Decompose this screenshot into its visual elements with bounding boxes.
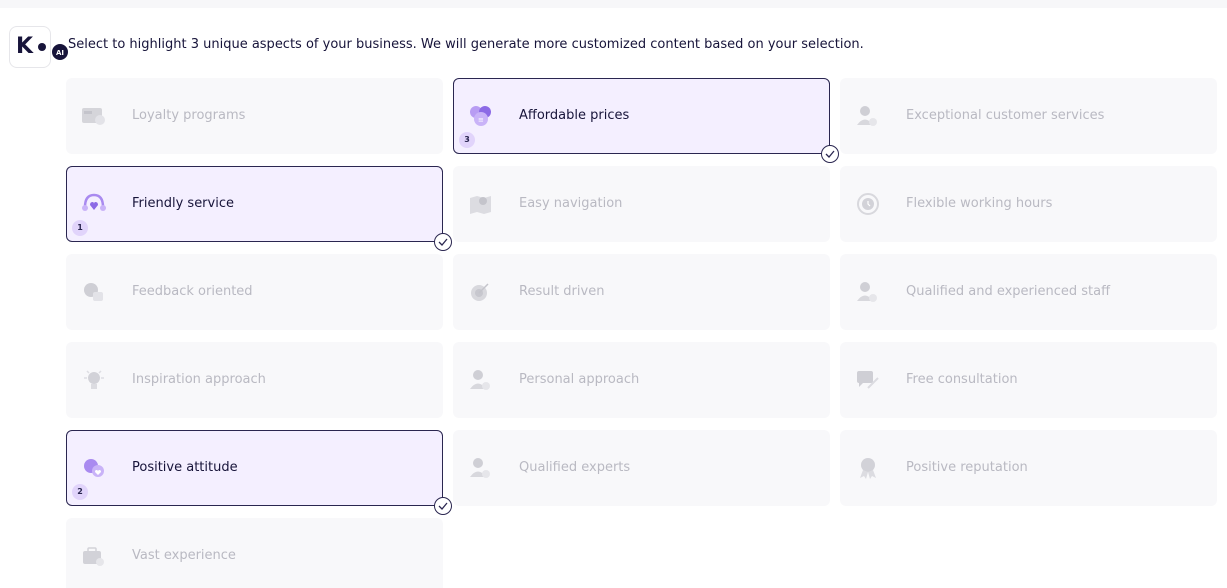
aspect-card-vast-experience[interactable]: Vast experience xyxy=(66,518,443,588)
coins-icon: ≡ xyxy=(467,104,495,128)
gift-card-icon xyxy=(80,104,108,128)
feedback-icon xyxy=(80,280,108,304)
aspect-label: Free consultation xyxy=(906,372,1018,387)
aspect-card-result-driven[interactable]: Result driven xyxy=(453,254,830,330)
aspect-label: Affordable prices xyxy=(519,108,630,123)
aspect-card-free-consultation[interactable]: Free consultation xyxy=(840,342,1217,418)
aspect-card-qualified-experts[interactable]: Qualified experts xyxy=(453,430,830,506)
aspect-card-easy-navigation[interactable]: Easy navigation xyxy=(453,166,830,242)
aspect-card-inspiration-approach[interactable]: Inspiration approach xyxy=(66,342,443,418)
person-badge-icon xyxy=(854,280,882,304)
lightbulb-icon xyxy=(80,368,108,392)
person-badge-icon xyxy=(854,104,882,128)
target-icon xyxy=(467,280,495,304)
aspect-label: Loyalty programs xyxy=(132,108,246,123)
heart-chat-icon xyxy=(80,456,108,480)
person-badge-icon xyxy=(467,456,495,480)
aspect-card-personal-approach[interactable]: Personal approach xyxy=(453,342,830,418)
instruction-text: Select to highlight 3 unique aspects of … xyxy=(68,37,864,52)
ai-badge: AI xyxy=(51,43,69,61)
aspect-card-positive-attitude[interactable]: Positive attitude 2 xyxy=(66,430,452,515)
check-circle-icon xyxy=(821,145,839,163)
aspect-label: Qualified and experienced staff xyxy=(906,284,1111,299)
aspect-selection-page: K AI Select to highlight 3 unique aspect… xyxy=(0,0,1227,588)
headset-heart-icon xyxy=(80,192,108,216)
aspect-card-affordable-prices[interactable]: ≡ Affordable prices 3 xyxy=(453,78,839,163)
map-pin-icon xyxy=(467,192,495,216)
aspect-card-feedback-oriented[interactable]: Feedback oriented xyxy=(66,254,443,330)
aspect-label: Easy navigation xyxy=(519,196,623,211)
aspect-card-exceptional-customer-services[interactable]: Exceptional customer services xyxy=(840,78,1217,154)
check-circle-icon xyxy=(434,497,452,515)
person-check-icon xyxy=(467,368,495,392)
aspect-card-qualified-and-experienced-staff[interactable]: Qualified and experienced staff xyxy=(840,254,1217,330)
clock-icon xyxy=(854,192,882,216)
selection-order-badge: 3 xyxy=(459,132,475,148)
aspect-card-friendly-service[interactable]: Friendly service 1 xyxy=(66,166,452,251)
logo-letter: K xyxy=(16,34,33,59)
aspect-label: Flexible working hours xyxy=(906,196,1053,211)
top-strip xyxy=(0,0,1227,8)
svg-text:≡: ≡ xyxy=(478,116,484,124)
aspect-label: Feedback oriented xyxy=(132,284,253,299)
chat-icon xyxy=(854,368,882,392)
aspect-label: Personal approach xyxy=(519,372,640,387)
aspect-label: Vast experience xyxy=(132,548,236,563)
aspect-label: Positive attitude xyxy=(132,460,238,475)
aspect-label: Friendly service xyxy=(132,196,234,211)
aspect-label: Qualified experts xyxy=(519,460,631,475)
aspect-card-positive-reputation[interactable]: Positive reputation xyxy=(840,430,1217,506)
selection-order-badge: 2 xyxy=(72,484,88,500)
check-circle-icon xyxy=(434,233,452,251)
aspect-label: Exceptional customer services xyxy=(906,108,1105,123)
app-logo: K AI xyxy=(9,26,69,68)
selection-order-badge: 1 xyxy=(72,220,88,236)
aspect-card-flexible-working-hours[interactable]: Flexible working hours xyxy=(840,166,1217,242)
aspect-label: Positive reputation xyxy=(906,460,1028,475)
aspect-label: Inspiration approach xyxy=(132,372,266,387)
aspect-label: Result driven xyxy=(519,284,605,299)
briefcase-icon xyxy=(80,544,108,568)
medal-icon xyxy=(854,456,882,480)
aspect-card-loyalty-programs[interactable]: Loyalty programs xyxy=(66,78,443,154)
logo-dot xyxy=(38,43,46,51)
